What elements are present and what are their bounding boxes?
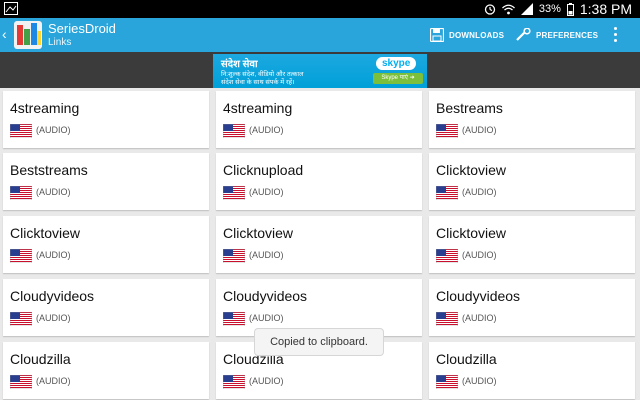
ad-line-2: संदेश सेवा के साथ संपर्क में रहें। [221, 79, 295, 86]
audio-tag: (AUDIO) [462, 187, 497, 197]
link-card[interactable]: 4streaming (AUDIO) [216, 91, 422, 148]
link-host-name: Cloudzilla [10, 351, 71, 367]
link-card[interactable]: Clicktoview (AUDIO) [3, 216, 209, 273]
link-card[interactable]: Clicktoview (AUDIO) [429, 153, 635, 210]
link-card[interactable]: Clicktoview (AUDIO) [216, 216, 422, 273]
link-card[interactable]: Beststreams (AUDIO) [3, 153, 209, 210]
downloads-label: DOWNLOADS [449, 30, 505, 40]
link-host-name: Beststreams [10, 162, 88, 178]
link-host-name: Clicknupload [223, 162, 304, 178]
floppy-disk-icon [430, 28, 444, 42]
audio-tag: (AUDIO) [462, 313, 497, 323]
us-flag-icon [10, 186, 32, 200]
audio-tag: (AUDIO) [462, 376, 497, 386]
image-notification-icon [4, 2, 18, 15]
preferences-label: PREFERENCES [536, 30, 599, 40]
link-host-name: 4streaming [223, 100, 293, 116]
audio-tag: (AUDIO) [249, 313, 284, 323]
toast-message: Copied to clipboard. [255, 329, 383, 355]
audio-tag: (AUDIO) [462, 125, 497, 135]
link-host-name: Clicktoview [436, 162, 507, 178]
overflow-menu-icon[interactable] [612, 27, 618, 43]
clock: 1:38 PM [579, 1, 632, 17]
link-card[interactable]: Cloudyvideos (AUDIO) [216, 279, 422, 336]
audio-tag: (AUDIO) [462, 250, 497, 260]
skype-logo: skype [376, 57, 417, 70]
link-card[interactable]: Clicktoview (AUDIO) [429, 216, 635, 273]
audio-tag: (AUDIO) [36, 313, 71, 323]
us-flag-icon [223, 312, 245, 326]
audio-tag: (AUDIO) [36, 250, 71, 260]
us-flag-icon [436, 186, 458, 200]
us-flag-icon [436, 375, 458, 389]
link-card[interactable]: Cloudyvideos (AUDIO) [3, 279, 209, 336]
us-flag-icon [10, 312, 32, 326]
link-host-name: Bestreams [436, 100, 503, 116]
signal-icon [520, 3, 533, 15]
audio-tag: (AUDIO) [36, 187, 71, 197]
audio-tag: (AUDIO) [249, 376, 284, 386]
app-logo-icon[interactable] [14, 21, 42, 49]
us-flag-icon [436, 312, 458, 326]
us-flag-icon [223, 249, 245, 263]
screen-subtitle: Links [48, 37, 72, 48]
wrench-icon [516, 28, 531, 41]
audio-tag: (AUDIO) [249, 250, 284, 260]
link-host-name: Cloudyvideos [436, 288, 521, 304]
up-navigation-icon[interactable]: ‹ [2, 26, 7, 42]
action-bar: ‹ SeriesDroid Links DOWNLOADS PREFERENCE… [0, 18, 640, 52]
audio-tag: (AUDIO) [249, 187, 284, 197]
link-host-name: Cloudzilla [436, 351, 497, 367]
app-title: SeriesDroid [48, 21, 116, 36]
link-host-name: Clicktoview [10, 225, 81, 241]
us-flag-icon [10, 375, 32, 389]
status-bar: 33% 1:38 PM [0, 0, 640, 18]
us-flag-icon [10, 124, 32, 138]
us-flag-icon [436, 249, 458, 263]
link-card[interactable]: Bestreams (AUDIO) [429, 91, 635, 148]
us-flag-icon [436, 124, 458, 138]
audio-tag: (AUDIO) [36, 125, 71, 135]
battery-percentage: 33% [538, 3, 561, 15]
ad-cta-button[interactable]: Skype पाएं ➜ [373, 73, 423, 84]
link-card[interactable]: Cloudzilla (AUDIO) [3, 342, 209, 399]
link-host-name: Clicktoview [436, 225, 507, 241]
link-host-name: Cloudyvideos [10, 288, 95, 304]
ad-headline: संदेश सेवा [221, 59, 258, 70]
link-host-name: Cloudyvideos [223, 288, 308, 304]
link-card[interactable]: 4streaming (AUDIO) [3, 91, 209, 148]
us-flag-icon [223, 124, 245, 138]
us-flag-icon [223, 375, 245, 389]
us-flag-icon [223, 186, 245, 200]
link-card[interactable]: Cloudyvideos (AUDIO) [429, 279, 635, 336]
status-icons: 33% 1:38 PM [484, 0, 632, 18]
link-host-name: Clicktoview [223, 225, 294, 241]
wifi-icon [501, 4, 515, 14]
link-card[interactable]: Cloudzilla (AUDIO) [429, 342, 635, 399]
alarm-icon [484, 4, 495, 15]
downloads-button[interactable]: DOWNLOADS [430, 26, 504, 44]
audio-tag: (AUDIO) [249, 125, 284, 135]
audio-tag: (AUDIO) [36, 376, 71, 386]
us-flag-icon [10, 249, 32, 263]
link-card[interactable]: Clicknupload (AUDIO) [216, 153, 422, 210]
preferences-button[interactable]: PREFERENCES [515, 26, 598, 44]
ad-banner[interactable]: संदेश सेवा नि:शुल्क संदेश, वीडियो और तत्… [213, 54, 427, 88]
battery-icon [566, 2, 574, 16]
link-host-name: 4streaming [10, 100, 80, 116]
